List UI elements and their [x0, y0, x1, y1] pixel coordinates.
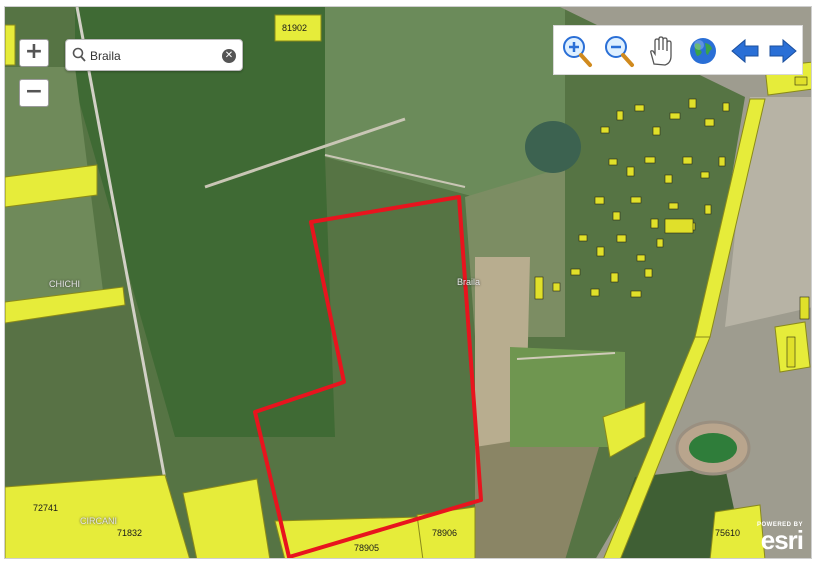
map-view[interactable]: 81902 72741 71832 78905 78906 75610 CHIC…: [4, 6, 812, 559]
zoom-out-button[interactable]: −: [19, 79, 49, 107]
parcel: [182, 478, 271, 558]
parcel-label: 71832: [117, 528, 143, 538]
parcel-label: 81902: [282, 23, 308, 33]
lake: [525, 121, 581, 173]
search-icon: [72, 47, 86, 68]
parcel-label: 78906: [432, 528, 458, 538]
zoom-out-tool[interactable]: [602, 34, 636, 68]
previous-extent-tool[interactable]: [728, 34, 762, 68]
zoom-in-tool[interactable]: [560, 34, 594, 68]
parcel-label: 72741: [33, 503, 59, 513]
magnifier-plus-icon: [563, 36, 592, 67]
place-label: CHICHI: [49, 279, 80, 289]
zoom-in-button[interactable]: +: [19, 39, 49, 67]
esri-logo: esri: [760, 525, 804, 555]
search-box: ✕: [65, 39, 243, 71]
parcel-label: 75610: [715, 528, 741, 538]
close-icon[interactable]: ✕: [222, 49, 236, 63]
hand-icon: [650, 36, 672, 66]
parcel: [5, 24, 16, 66]
arrow-right-icon: [769, 38, 797, 64]
satellite-basemap: [5, 7, 811, 558]
place-label: CIRCANI: [80, 516, 118, 526]
pan-tool[interactable]: [644, 34, 678, 68]
next-extent-tool[interactable]: [766, 34, 800, 68]
place-label: Braila: [457, 277, 481, 287]
parcel-label: 78905: [354, 543, 380, 553]
stadium-pitch: [689, 433, 737, 463]
full-extent-tool[interactable]: [686, 34, 720, 68]
magnifier-minus-icon: [605, 36, 634, 67]
map-toolbar: [553, 25, 803, 75]
esri-attribution[interactable]: POWERED BY esri: [757, 522, 804, 555]
globe-icon: [690, 38, 716, 64]
arrow-left-icon: [731, 38, 759, 64]
search-input[interactable]: [90, 46, 220, 66]
